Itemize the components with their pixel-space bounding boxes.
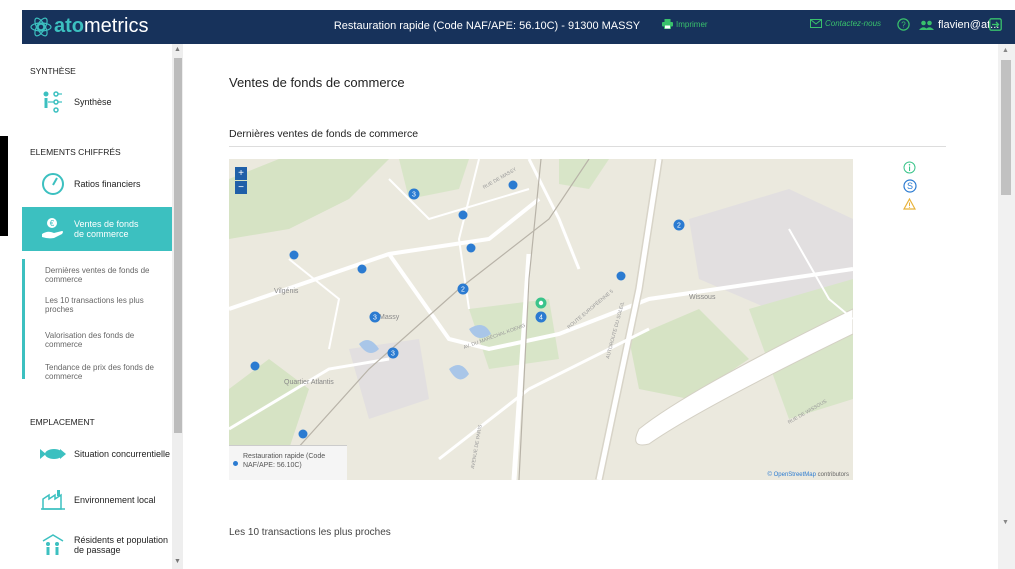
svg-text:S: S (907, 181, 913, 191)
factory-icon (38, 486, 68, 514)
user-menu[interactable]: flavien@at... (919, 19, 999, 31)
sidebar-item-label: Situation concurrentielle (74, 449, 171, 459)
sidebar-subnav: Dernières ventes de fonds de commerce Le… (22, 259, 172, 381)
info-icon-column: S (903, 161, 917, 210)
page-title: Ventes de fonds de commerce (229, 75, 405, 90)
edge-marker (0, 136, 8, 236)
map-place-label: Massy (379, 314, 400, 321)
map-cluster-count: 2 (677, 223, 681, 230)
map-marker[interactable] (298, 429, 308, 439)
sidebar-subitem-tendance[interactable]: Tendance de prix des fonds de commerce (45, 363, 170, 381)
info-icon[interactable] (903, 161, 916, 174)
map-zoom-controls: + − (235, 167, 247, 195)
map-place-label: Wissous (689, 294, 716, 301)
main-content: Ventes de fonds de commerce Dernières ve… (183, 44, 998, 569)
sidebar-item-synthese[interactable]: Synthèse (22, 85, 172, 119)
logo-suffix: metrics (84, 15, 149, 37)
top-bar: ato metrics Restauration rapide (Code NAF… (22, 10, 1015, 44)
sidebar-section-elements: ELEMENTS CHIFFRÉS (30, 147, 121, 157)
legend-dot-icon (233, 461, 238, 466)
sidebar-subitem-transactions[interactable]: Les 10 transactions les plus proches (45, 296, 170, 314)
main-scrollbar[interactable]: ▲ ▼ (998, 44, 1015, 569)
section-title: Dernières ventes de fonds de commerce (229, 128, 419, 140)
header-title: Restauration rapide (Code NAF/APE: 56.10… (333, 20, 641, 32)
print-button[interactable]: Imprimer (662, 19, 708, 29)
map-cluster-count: 3 (391, 351, 395, 358)
sidebar-scroll-thumb[interactable] (174, 58, 182, 433)
map-marker[interactable] (466, 243, 476, 253)
zoom-out-button[interactable]: − (235, 181, 247, 194)
gauge-icon (38, 170, 68, 198)
warning-icon[interactable] (903, 198, 916, 210)
zoom-in-button[interactable]: + (235, 167, 247, 180)
scroll-up-icon[interactable]: ▲ (1002, 47, 1009, 54)
print-label: Imprimer (676, 19, 708, 29)
map-place-label: Vilgénis (274, 288, 299, 295)
sidebar-item-label: Résidents et population de passage (74, 535, 169, 555)
sidebar-item-label: Ratios financiers (74, 179, 141, 189)
sidebar-item-label: Ventes de fonds de commerce (74, 219, 139, 239)
sidebar-subitem-valorisation[interactable]: Valorisation des fonds de commerce (45, 331, 170, 349)
sidebar-section-emplacement: EMPLACEMENT (30, 417, 95, 427)
euro-hand-icon: € (38, 215, 68, 243)
people-icon (38, 531, 68, 559)
map-cluster-count: 2 (461, 287, 465, 294)
map-marker-selected-core (538, 300, 544, 306)
scroll-down-icon[interactable]: ▼ (174, 558, 181, 565)
mail-icon (810, 19, 822, 28)
legend-label: Restauration rapide (Code NAF/APE: 56.10… (243, 453, 326, 469)
sidebar-scrollbar[interactable]: ▲ ▼ (172, 44, 183, 569)
fish-icon (38, 440, 68, 468)
next-section-title: Les 10 transactions les plus proches (229, 527, 391, 538)
help-icon[interactable]: ? (897, 18, 910, 31)
logo[interactable]: ato metrics (30, 15, 148, 38)
synthesis-icon (38, 88, 68, 116)
sidebar-item-ratios[interactable]: Ratios financiers (22, 167, 172, 201)
map-legend: Restauration rapide (Code NAF/APE: 56.10… (229, 445, 347, 480)
scroll-up-icon[interactable]: ▲ (174, 46, 181, 53)
contact-button[interactable]: Contactez-nous (810, 19, 881, 28)
sidebar-item-label: Environnement local (74, 495, 156, 505)
sidebar-item-residents[interactable]: Résidents et population de passage (22, 528, 172, 562)
printer-icon (662, 19, 673, 29)
map-marker[interactable] (289, 250, 299, 260)
atometrics-logo-icon (30, 17, 52, 36)
logout-icon[interactable] (989, 18, 1002, 31)
sidebar-item-label: Synthèse (74, 97, 112, 107)
sidebar-section-synthese: SYNTHÈSE (30, 66, 76, 76)
map-marker[interactable] (508, 180, 518, 190)
left-edge (0, 0, 22, 569)
sidebar-subitem-dernieres[interactable]: Dernières ventes de fonds de commerce (45, 266, 170, 284)
map-cluster-count: 3 (373, 315, 377, 322)
section-divider (229, 146, 946, 147)
dollar-circle-icon[interactable]: S (903, 179, 917, 193)
map-marker[interactable] (458, 210, 468, 220)
contact-label: Contactez-nous (825, 19, 882, 28)
osm-link[interactable]: © OpenStreetMap (768, 472, 816, 478)
map-place-label: Quartier Atlantis (284, 379, 334, 386)
sidebar-item-concurrence[interactable]: Situation concurrentielle (22, 437, 172, 471)
sales-map[interactable]: Vilgénis Massy Quartier Atlantis Wissous… (229, 159, 853, 480)
users-icon (919, 20, 934, 30)
attribution-rest: contributors (815, 472, 849, 478)
app-frame: ato metrics Restauration rapide (Code NAF… (0, 0, 1015, 569)
svg-text:€: € (50, 219, 55, 228)
map-marker[interactable] (357, 264, 367, 274)
map-attribution: © OpenStreetMap contributors (768, 472, 849, 478)
map-marker[interactable] (616, 271, 626, 281)
sidebar: SYNTHÈSE Synthèse ELEMENTS CHIFFRÉS Rati… (22, 44, 172, 569)
map-cluster-count: 3 (412, 192, 416, 199)
sidebar-item-environnement[interactable]: Environnement local (22, 483, 172, 517)
svg-text:?: ? (901, 21, 906, 30)
map-canvas[interactable]: Vilgénis Massy Quartier Atlantis Wissous… (229, 159, 853, 480)
map-marker[interactable] (250, 361, 260, 371)
scroll-down-icon[interactable]: ▼ (1002, 519, 1009, 526)
sidebar-item-ventes[interactable]: € Ventes de fonds de commerce (22, 207, 172, 251)
map-cluster-count: 4 (539, 315, 543, 322)
main-scroll-thumb[interactable] (1001, 60, 1011, 195)
logo-prefix: ato (54, 15, 84, 37)
